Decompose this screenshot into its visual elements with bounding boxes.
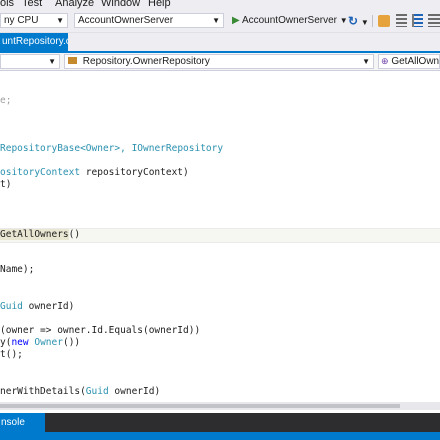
code-line: (owner => owner.Id.Equals(ownerId)) xyxy=(0,325,200,337)
project-dropdown[interactable]: ▼ xyxy=(0,54,60,69)
code-line: RepositoryBase<Owner>, IOwnerRepository xyxy=(0,143,223,155)
code-token: e; xyxy=(0,95,12,106)
toolbar-separator xyxy=(372,15,373,27)
code-token: Name); xyxy=(0,264,35,275)
code-token: ownerId) xyxy=(22,301,75,312)
code-token: ownerId) xyxy=(108,386,161,397)
indent-icon[interactable] xyxy=(412,14,423,27)
code-token: ositoryContext xyxy=(0,167,81,178)
code-token: Guid xyxy=(85,386,109,397)
toolbar: ny CPU ▼ AccountOwnerServer ▼ ▶ AccountO… xyxy=(0,10,440,33)
menu-bar: ols Test Analyze Window Help xyxy=(0,0,440,10)
navigation-bar: ▼ Repository.OwnerRepository ▼ ⊕ GetAllO… xyxy=(0,53,440,71)
code-token: >, xyxy=(114,143,132,154)
code-token: ()) xyxy=(62,337,81,348)
code-line: Guid ownerId) xyxy=(0,301,74,313)
refresh-icon: ↻ xyxy=(348,14,359,28)
code-editor[interactable]: e; RepositoryBase<Owner>, IOwnerReposito… xyxy=(0,71,440,413)
tab-package-manager-console[interactable]: nsole xyxy=(0,413,45,433)
code-token: GetAllOwners xyxy=(0,229,69,240)
menu-analyze[interactable]: Analyze xyxy=(55,0,94,9)
menu-tools[interactable]: ols xyxy=(0,0,14,9)
code-line: t(); xyxy=(0,349,23,361)
comment-icon[interactable] xyxy=(428,14,440,27)
menu-help[interactable]: Help xyxy=(148,0,171,9)
code-line: GetAllOwners() xyxy=(0,229,80,241)
code-token: t(); xyxy=(0,349,23,360)
code-line: Name); xyxy=(0,264,34,276)
chevron-down-icon: ▼ xyxy=(362,57,370,66)
startup-project-value: AccountOwnerServer xyxy=(78,15,174,26)
step-icon[interactable] xyxy=(396,14,407,27)
chevron-down-icon: ▼ xyxy=(212,16,220,25)
code-token: repositoryContext) xyxy=(80,167,189,178)
menu-test[interactable]: Test xyxy=(22,0,42,9)
code-token: () xyxy=(68,229,81,240)
code-token: new xyxy=(11,337,29,348)
chevron-down-icon: ▼ xyxy=(48,57,56,66)
class-icon xyxy=(68,57,77,64)
browser-link-icon[interactable] xyxy=(378,15,390,27)
code-token: Owner xyxy=(85,143,115,154)
code-line: ositoryContext repositoryContext) xyxy=(0,167,189,179)
refresh-button[interactable]: ↻ ▼ xyxy=(348,13,369,29)
code-token: nerWithDetails( xyxy=(0,386,86,397)
code-token: Owner xyxy=(34,337,63,348)
platform-value: ny CPU xyxy=(4,15,39,26)
platform-dropdown[interactable]: ny CPU ▼ xyxy=(0,13,68,28)
code-token: t) xyxy=(0,179,12,190)
code-line: nerWithDetails(Guid ownerId) xyxy=(0,386,160,398)
play-icon: ▶ xyxy=(232,15,240,26)
menu-window[interactable]: Window xyxy=(101,0,140,9)
start-debug-label: AccountOwnerServer xyxy=(241,15,337,26)
horizontal-scrollbar[interactable] xyxy=(0,402,440,410)
method-icon: ⊕ xyxy=(381,56,389,66)
code-token: RepositoryBase< xyxy=(0,143,86,154)
member-dropdown-value: GetAllOwne xyxy=(391,56,440,67)
tab-owner-repository[interactable]: untRepository.cs xyxy=(0,33,68,51)
chevron-down-icon: ▼ xyxy=(339,16,348,25)
code-token: IOwnerRepository xyxy=(131,143,224,154)
type-dropdown-value: Repository.OwnerRepository xyxy=(82,56,210,67)
code-token: y( xyxy=(0,337,12,348)
code-line: y(new Owner()) xyxy=(0,337,80,349)
code-token: Guid xyxy=(0,301,23,312)
scrollbar-thumb[interactable] xyxy=(0,404,400,408)
document-tab-strip: untRepository.cs xyxy=(0,33,440,53)
code-line: e; xyxy=(0,95,11,107)
start-debug-button[interactable]: ▶ AccountOwnerServer ▼ xyxy=(232,13,348,29)
chevron-down-icon: ▼ xyxy=(360,18,369,27)
code-line: t) xyxy=(0,179,11,191)
type-dropdown[interactable]: Repository.OwnerRepository ▼ xyxy=(64,54,374,69)
status-bar xyxy=(0,432,440,440)
member-dropdown[interactable]: ⊕ GetAllOwne xyxy=(378,54,440,69)
chevron-down-icon: ▼ xyxy=(56,16,64,25)
code-token: (owner => owner.Id.Equals(ownerId)) xyxy=(0,325,201,336)
startup-project-dropdown[interactable]: AccountOwnerServer ▼ xyxy=(74,13,224,28)
